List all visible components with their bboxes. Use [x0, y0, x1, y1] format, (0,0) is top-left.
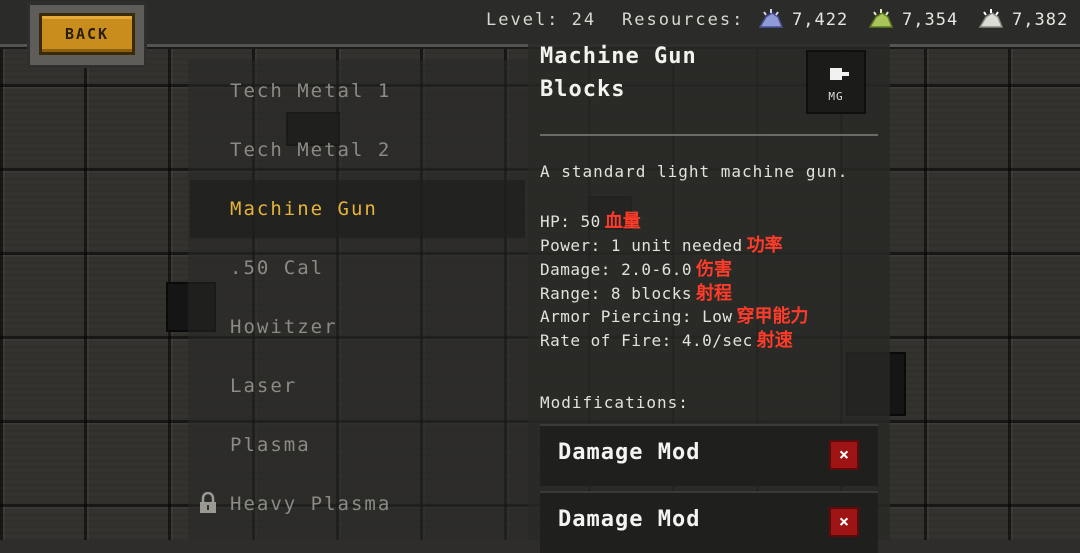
stat-annotation: 功率 [746, 235, 783, 256]
mod-label: Damage Mod [558, 440, 701, 465]
stat-rate-of-fire: Rate of Fire: 4.0/sec 射速 [540, 326, 793, 352]
stat-power: Power: 1 unit needed 功率 [540, 231, 783, 257]
mod-slot[interactable]: Damage Mod × [540, 491, 878, 553]
stat-text: Power: 1 unit needed [540, 236, 743, 255]
gun-glyph-icon [830, 68, 849, 80]
stat-text: Damage: 2.0-6.0 [540, 260, 692, 279]
list-item-plasma[interactable]: Plasma [190, 416, 525, 474]
block-title-line1: Machine Gun [540, 44, 697, 69]
white-ore-icon [978, 9, 1004, 28]
resources-label: Resources: [622, 10, 745, 30]
list-item-machine-gun[interactable]: Machine Gun [190, 180, 525, 238]
list-item-tech-metal-2[interactable]: Tech Metal 2 [190, 121, 525, 179]
list-item-heavy-plasma[interactable]: Heavy Plasma [190, 475, 525, 533]
stat-text: Rate of Fire: 4.0/sec [540, 331, 753, 350]
stat-annotation: 射速 [756, 330, 793, 351]
mod-slot[interactable]: Damage Mod × [540, 424, 878, 486]
block-description: A standard light machine gun. [540, 162, 849, 181]
green-ore-icon [868, 9, 894, 28]
back-button[interactable]: BACK [39, 13, 135, 55]
block-icon-label: MG [828, 90, 844, 103]
green-resource-value: 7,354 [902, 10, 959, 30]
machine-gun-block-icon: MG [806, 50, 866, 114]
stat-text: HP: 50 [540, 212, 601, 231]
stat-armor-piercing: Armor Piercing: Low 穿甲能力 [540, 302, 809, 328]
level-indicator: Level: 24 [486, 10, 597, 30]
list-item-laser[interactable]: Laser [190, 357, 525, 415]
stat-annotation: 血量 [604, 211, 641, 232]
stat-hp: HP: 50 血量 [540, 207, 641, 233]
blue-ore-icon [758, 9, 784, 28]
list-item-50-cal[interactable]: .50 Cal [190, 239, 525, 297]
mod-label: Damage Mod [558, 507, 701, 532]
title-divider [540, 134, 878, 136]
stat-annotation: 射程 [696, 283, 732, 304]
list-item-howitzer[interactable]: Howitzer [190, 298, 525, 356]
lock-icon [200, 492, 216, 513]
modifications-label: Modifications: [540, 393, 689, 412]
stat-annotation: 穿甲能力 [736, 306, 809, 327]
block-title-line2: Blocks [540, 77, 626, 102]
stat-text: Armor Piercing: Low [540, 307, 733, 326]
blue-resource-value: 7,422 [792, 10, 849, 30]
stat-damage: Damage: 2.0-6.0 伤害 [540, 255, 732, 281]
remove-mod-button[interactable]: × [829, 440, 859, 470]
remove-mod-button[interactable]: × [829, 507, 859, 537]
stat-annotation: 伤害 [696, 259, 732, 280]
list-item-tech-metal-1[interactable]: Tech Metal 1 [190, 62, 525, 120]
white-resource-value: 7,382 [1012, 10, 1069, 30]
stat-text: Range: 8 blocks [540, 284, 692, 303]
